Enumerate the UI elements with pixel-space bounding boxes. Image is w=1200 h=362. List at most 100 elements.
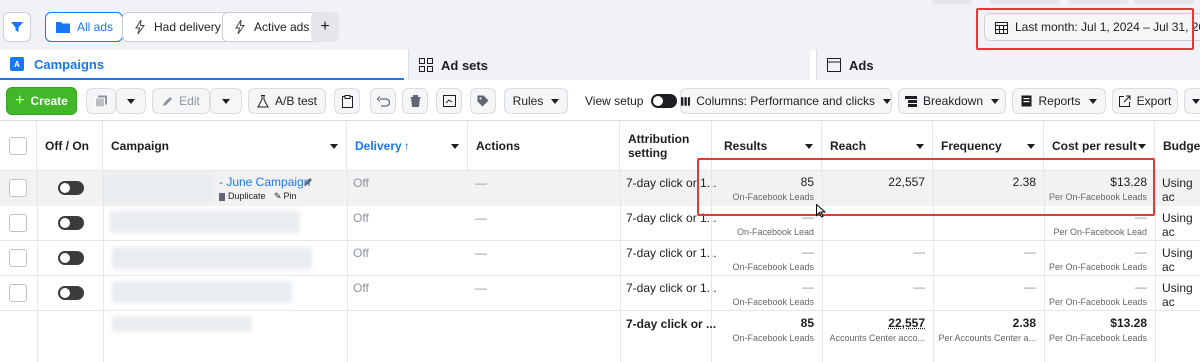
rules-label: Rules bbox=[513, 94, 544, 108]
chevron-down-icon bbox=[551, 99, 559, 104]
totals-frequency: 2.38 bbox=[933, 316, 1044, 330]
ab-test-button[interactable]: A/B test bbox=[248, 88, 326, 114]
edit-dropdown[interactable] bbox=[210, 88, 242, 114]
pin-link[interactable]: ✎ Pin bbox=[274, 191, 297, 202]
chevron-down-icon bbox=[1192, 99, 1200, 104]
clipboard-icon bbox=[342, 95, 353, 108]
top-control-stub[interactable] bbox=[1134, 0, 1194, 4]
results-subtext: On-Facebook Lead bbox=[712, 227, 822, 237]
view-setup-toggle[interactable]: View setup bbox=[585, 94, 677, 108]
active-ads-filter[interactable]: Active ads bbox=[222, 12, 319, 42]
reports-icon bbox=[1021, 95, 1032, 107]
pencil-icon[interactable] bbox=[303, 177, 313, 187]
undo-button[interactable] bbox=[370, 88, 396, 114]
pin-link-label: Pin bbox=[284, 191, 297, 201]
view-setup-switch[interactable] bbox=[651, 94, 677, 108]
column-header-budget[interactable]: Budget bbox=[1155, 121, 1200, 171]
redacted-name-block bbox=[110, 211, 300, 233]
row-toggle[interactable] bbox=[58, 181, 84, 195]
column-header-campaign[interactable]: Campaign bbox=[103, 121, 347, 171]
totals-results: 85 bbox=[712, 316, 822, 330]
column-header-delivery[interactable]: Delivery ↑ bbox=[347, 121, 468, 171]
edit-button[interactable]: Edit bbox=[152, 88, 210, 114]
cost-subtext: Per On-Facebook Lead bbox=[1044, 227, 1155, 237]
actions-value: — bbox=[475, 281, 487, 295]
chevron-down-icon bbox=[805, 144, 813, 149]
duplicate-link[interactable]: Duplicate bbox=[219, 191, 266, 201]
reports-dropdown[interactable]: Reports bbox=[1012, 88, 1106, 114]
add-label: + bbox=[320, 18, 329, 36]
tab-ads[interactable]: Ads bbox=[816, 50, 1200, 80]
row-toggle[interactable] bbox=[58, 286, 84, 300]
columns-dropdown[interactable]: Columns: Performance and clicks bbox=[680, 88, 892, 114]
bolt-icon bbox=[232, 19, 248, 35]
export-dropdown[interactable] bbox=[1184, 88, 1200, 114]
row-toggle[interactable] bbox=[58, 216, 84, 230]
pin-icon: ✎ bbox=[274, 191, 282, 201]
breakdown-icon bbox=[905, 96, 917, 107]
share-button[interactable] bbox=[436, 88, 462, 114]
reach-header-label: Reach bbox=[830, 139, 866, 153]
budget-value: Using ac bbox=[1162, 176, 1200, 204]
duplicate-icon bbox=[95, 95, 108, 108]
chevron-down-icon bbox=[1027, 144, 1035, 149]
delivery-status: Off bbox=[353, 246, 369, 260]
clipboard-button[interactable] bbox=[334, 88, 360, 114]
all-ads-filter[interactable]: All ads bbox=[45, 12, 123, 42]
delivery-status: Off bbox=[353, 211, 369, 225]
top-control-stub[interactable] bbox=[990, 0, 1060, 4]
tag-icon bbox=[477, 95, 489, 107]
cost-value: — bbox=[1044, 245, 1155, 259]
row-checkbox[interactable] bbox=[9, 214, 27, 232]
bolt-icon bbox=[132, 19, 148, 35]
row-checkbox[interactable] bbox=[9, 249, 27, 267]
select-all-checkbox[interactable] bbox=[9, 137, 27, 155]
rules-dropdown[interactable]: Rules bbox=[504, 88, 568, 114]
off-on-header-label: Off / On bbox=[45, 139, 89, 153]
row-toggle[interactable] bbox=[58, 251, 84, 265]
totals-cost-subtext: Per On-Facebook Leads bbox=[1044, 333, 1155, 343]
export-button[interactable]: Export bbox=[1112, 88, 1178, 114]
totals-results-subtext: On-Facebook Leads bbox=[712, 333, 822, 343]
filter-button[interactable] bbox=[3, 12, 31, 42]
share-icon bbox=[443, 95, 456, 107]
results-value: — bbox=[712, 245, 822, 259]
top-control-stub[interactable] bbox=[1068, 0, 1128, 4]
chevron-down-icon bbox=[451, 144, 459, 149]
top-control-stub[interactable] bbox=[932, 0, 972, 4]
duplicate-dropdown[interactable] bbox=[116, 88, 146, 114]
duplicate-link-label: Duplicate bbox=[228, 191, 266, 201]
budget-value: Using ac bbox=[1162, 246, 1200, 274]
ad-sets-icon bbox=[419, 58, 433, 72]
chevron-down-icon bbox=[127, 99, 135, 104]
chevron-down-icon bbox=[916, 144, 924, 149]
cost-subtext: Per On-Facebook Leads bbox=[1044, 262, 1155, 272]
create-button[interactable]: + Create bbox=[6, 87, 77, 115]
redacted-total-label bbox=[112, 316, 252, 332]
chevron-down-icon bbox=[222, 99, 230, 104]
filter-bar: All ads Had delivery Active ads + Last m… bbox=[0, 0, 1200, 50]
budget-header-label: Budget bbox=[1163, 139, 1200, 153]
had-delivery-filter[interactable]: Had delivery bbox=[122, 12, 231, 42]
pencil-icon bbox=[162, 96, 173, 107]
actions-value: — bbox=[475, 176, 487, 190]
delete-button[interactable] bbox=[402, 88, 428, 114]
column-header-actions[interactable]: Actions bbox=[468, 121, 620, 171]
add-filter-button[interactable]: + bbox=[311, 12, 339, 42]
column-header-off-on[interactable]: Off / On bbox=[37, 121, 103, 171]
columns-label: Columns: Performance and clicks bbox=[696, 94, 875, 108]
attribution-header-line1: Attribution bbox=[628, 132, 689, 146]
tab-campaigns[interactable]: A Campaigns bbox=[0, 50, 404, 80]
breakdown-dropdown[interactable]: Breakdown bbox=[898, 88, 1006, 114]
tag-button[interactable] bbox=[470, 88, 496, 114]
row-checkbox[interactable] bbox=[9, 284, 27, 302]
results-highlight-box bbox=[697, 158, 1155, 216]
row-checkbox[interactable] bbox=[9, 179, 27, 197]
tab-ad-sets-label: Ad sets bbox=[441, 58, 488, 73]
campaign-name-link[interactable]: - June Campaign bbox=[219, 175, 310, 189]
tab-ad-sets[interactable]: Ad sets bbox=[408, 50, 810, 80]
chevron-down-icon bbox=[1089, 99, 1097, 104]
actions-value: — bbox=[475, 246, 487, 260]
duplicate-button[interactable] bbox=[86, 88, 116, 114]
redacted-name-block bbox=[112, 247, 312, 269]
